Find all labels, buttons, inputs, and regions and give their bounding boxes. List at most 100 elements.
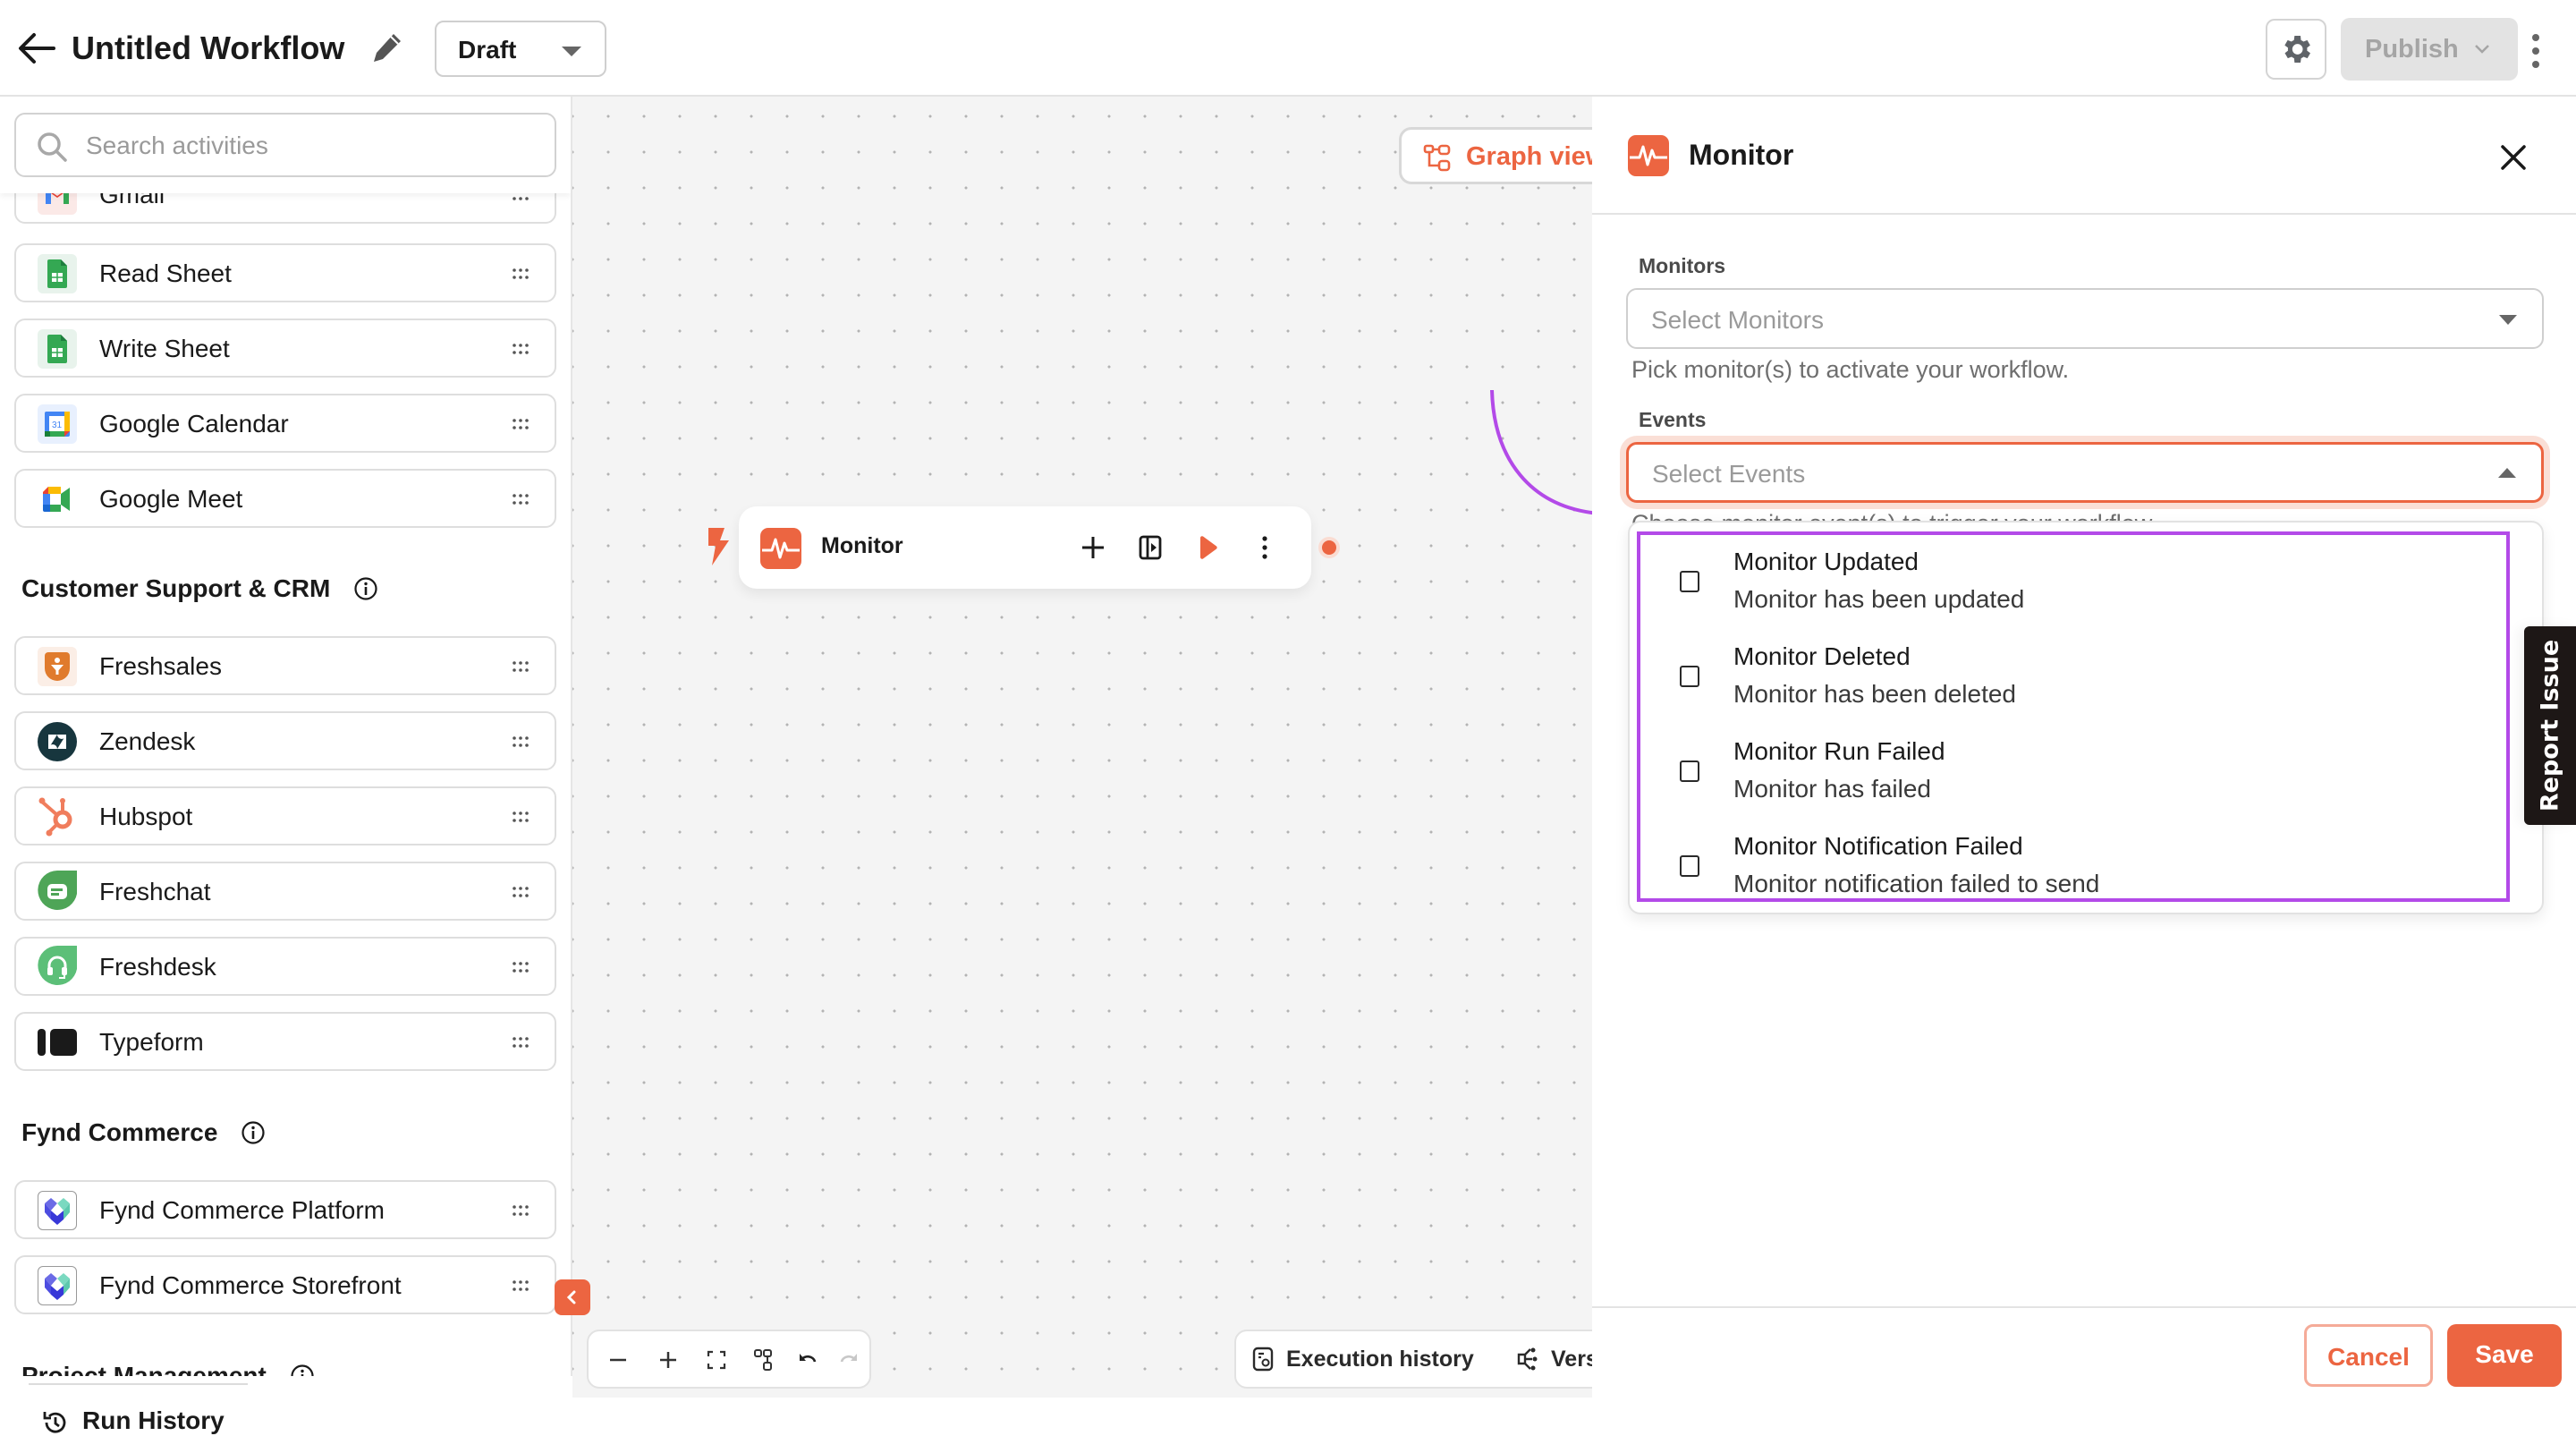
report-issue-tab[interactable]: Report Issue (2524, 626, 2576, 825)
drag-handle-icon[interactable] (512, 493, 530, 506)
activity-item-google-calendar[interactable]: 31 Google Calendar (14, 394, 556, 453)
activity-label: Freshsales (99, 652, 222, 680)
cancel-button[interactable]: Cancel (2304, 1324, 2433, 1387)
monitor-pulse-icon (1628, 135, 1669, 176)
activity-item-typeform[interactable]: Typeform (14, 1012, 556, 1071)
checkbox[interactable] (1680, 760, 1699, 782)
drag-handle-icon[interactable] (512, 1204, 530, 1217)
workflow-canvas[interactable]: Graph view Monitor Execution history Ver… (572, 97, 1592, 1398)
search-activities-field[interactable] (14, 113, 556, 177)
select-events-placeholder: Select Events (1652, 460, 1806, 488)
chevron-down-icon (2475, 45, 2489, 54)
event-option-monitor-updated[interactable]: Monitor Updated Monitor has been updated (1640, 535, 2506, 628)
monitor-node[interactable]: Monitor (739, 506, 1311, 589)
publish-button[interactable]: Publish (2341, 18, 2518, 81)
report-issue-label: Report Issue (2536, 639, 2564, 812)
run-history-button[interactable]: Run History (0, 1376, 572, 1453)
drag-handle-icon[interactable] (512, 886, 530, 898)
versions-icon (1517, 1347, 1538, 1371)
activity-item-zendesk[interactable]: Zendesk (14, 711, 556, 770)
activity-item-freshdesk[interactable]: Freshdesk (14, 937, 556, 996)
redo-button[interactable] (834, 1345, 864, 1375)
checkbox[interactable] (1680, 666, 1699, 687)
freshdesk-icon (38, 946, 77, 987)
trigger-bolt-icon (708, 528, 729, 565)
fit-view-button[interactable] (701, 1345, 732, 1375)
activity-label: Write Sheet (99, 335, 230, 362)
zoom-in-button[interactable] (653, 1345, 683, 1375)
graph-view-button[interactable]: Graph view (1399, 127, 1592, 184)
edit-title-button[interactable] (369, 30, 404, 66)
activity-item-fynd-commerce-platform[interactable]: Fynd Commerce Platform (14, 1180, 556, 1239)
drag-handle-icon[interactable] (512, 660, 530, 673)
activity-item-google-meet[interactable]: Google Meet (14, 469, 556, 528)
connector-arrow-icon (1490, 389, 1592, 514)
save-button[interactable]: Save (2447, 1324, 2562, 1387)
google-sheets-icon (38, 254, 77, 293)
select-monitors-dropdown[interactable]: Select Monitors (1626, 288, 2544, 349)
event-option-monitor-notification-failed[interactable]: Monitor Notification Failed Monitor noti… (1640, 820, 2506, 913)
drag-handle-icon[interactable] (512, 811, 530, 823)
drag-handle-icon[interactable] (512, 268, 530, 280)
drag-handle-icon[interactable] (512, 418, 530, 430)
drag-handle-icon[interactable] (512, 343, 530, 355)
auto-layout-button[interactable] (748, 1345, 778, 1375)
svg-text:31: 31 (52, 421, 63, 430)
event-option-monitor-run-failed[interactable]: Monitor Run Failed Monitor has failed (1640, 725, 2506, 818)
graph-view-label: Graph view (1466, 142, 1592, 171)
select-monitors-placeholder: Select Monitors (1651, 306, 1824, 334)
kebab-menu-icon (2532, 34, 2539, 68)
zoom-out-button[interactable] (603, 1345, 633, 1375)
collapse-sidebar-button[interactable] (555, 1279, 590, 1315)
activity-label: Freshchat (99, 878, 211, 905)
checkbox[interactable] (1680, 571, 1699, 592)
kebab-menu-icon (1262, 536, 1267, 559)
info-icon[interactable] (353, 576, 378, 601)
activity-label: Fynd Commerce Platform (99, 1196, 385, 1224)
undo-button[interactable] (792, 1345, 823, 1375)
add-step-button[interactable] (1075, 530, 1111, 565)
events-field-label: Events (1639, 408, 1707, 431)
versions-button[interactable]: Versions (1515, 1331, 1592, 1387)
close-icon[interactable] (2497, 141, 2529, 174)
run-step-button[interactable] (1191, 530, 1226, 565)
drag-handle-icon[interactable] (512, 1279, 530, 1292)
event-option-monitor-deleted[interactable]: Monitor Deleted Monitor has been deleted (1640, 630, 2506, 723)
settings-button[interactable] (2266, 19, 2326, 80)
activity-item-freshsales[interactable]: Freshsales (14, 636, 556, 695)
activity-item-hubspot[interactable]: Hubspot (14, 786, 556, 845)
activity-item-write-sheet[interactable]: Write Sheet (14, 319, 556, 378)
node-output-handle[interactable] (1322, 540, 1336, 555)
info-icon[interactable] (241, 1120, 266, 1145)
more-options-button[interactable] (2528, 32, 2544, 70)
gear-icon (2284, 36, 2310, 63)
drag-handle-icon[interactable] (512, 735, 530, 748)
graph-icon (1423, 144, 1451, 172)
caret-down-icon (562, 47, 581, 56)
node-label: Monitor (821, 533, 903, 558)
execution-history-button[interactable]: Execution history (1250, 1331, 1483, 1387)
activity-label: Zendesk (99, 727, 196, 755)
open-panel-button[interactable] (1132, 530, 1168, 565)
node-more-button[interactable] (1247, 530, 1283, 565)
activity-item-fynd-commerce-storefront[interactable]: Fynd Commerce Storefront (14, 1255, 556, 1314)
section-heading-customer-support: Customer Support & CRM (21, 574, 378, 604)
drag-handle-icon[interactable] (512, 1036, 530, 1049)
chevron-left-icon (566, 1290, 576, 1304)
section-title: Fynd Commerce (21, 1118, 218, 1146)
back-button[interactable] (16, 30, 57, 66)
search-activities-input[interactable] (86, 127, 533, 165)
activity-item-freshchat[interactable]: Freshchat (14, 862, 556, 921)
drag-handle-icon[interactable] (512, 961, 530, 973)
divider (29, 1383, 248, 1385)
publish-label: Publish (2365, 35, 2459, 64)
undo-icon (800, 1354, 817, 1363)
activity-item-read-sheet[interactable]: Read Sheet (14, 243, 556, 302)
execution-history-icon (1252, 1347, 1274, 1372)
status-dropdown[interactable]: Draft (435, 21, 606, 77)
canvas-controls (587, 1330, 871, 1389)
select-events-dropdown[interactable]: Select Events (1626, 442, 2544, 503)
event-title: Monitor Updated (1733, 548, 1919, 575)
caret-up-icon (2498, 468, 2516, 478)
checkbox[interactable] (1680, 855, 1699, 877)
